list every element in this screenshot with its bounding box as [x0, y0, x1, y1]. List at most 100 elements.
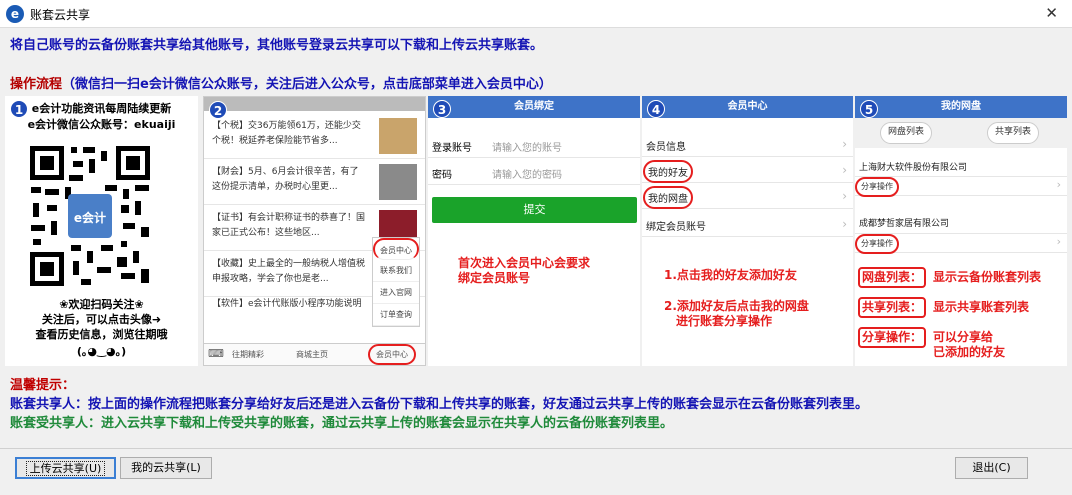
account-label: 登录账号 — [432, 143, 472, 154]
member-center-header: 会员中心 — [642, 96, 853, 118]
step-badge-3: 3 — [433, 100, 451, 118]
step-badge-5: 5 — [860, 100, 878, 118]
tip-sharer: 账套共享人：按上面的操作流程把账套分享给好友后还是进入云备份下载和上传共享的账套… — [10, 397, 869, 412]
popup-item-orders[interactable]: 订单查询 — [373, 304, 419, 326]
menu-my-friends-label: 我的好友 — [643, 160, 693, 183]
step-badge-2: 2 — [209, 101, 227, 119]
flow-line: 操作流程（微信扫一扫e会计微信公众账号，关注后进入公众号，点击底部菜单进入会员中… — [10, 73, 552, 92]
app-icon: e — [6, 5, 24, 23]
menu-member-info[interactable]: 会员信息 › — [642, 132, 853, 157]
news-text: 【证书】有会计职称证书的恭喜了！国家已正式公布！这些地区... — [212, 213, 366, 238]
popup-item-contact[interactable]: 联系我们 — [373, 260, 419, 282]
tips-heading: 温馨提示： — [10, 378, 76, 393]
chevron-right-icon: › — [842, 137, 847, 151]
legend-desc-share-op: 可以分享给 已添加的好友 — [933, 330, 1005, 360]
upload-share-button[interactable]: 上传云共享(U) — [15, 457, 116, 479]
chevron-right-icon: › — [842, 189, 847, 203]
company-name-1: 上海财大软件股份有限公司 — [859, 163, 968, 173]
qr-bottom-line3: 查看历史信息，浏览往期哦 — [35, 328, 168, 341]
menu-bind-account[interactable]: 绑定会员账号 › — [642, 212, 853, 237]
step-4-member-center-panel: 会员中心 4 会员信息 › 我的好友 › 我的网盘 › 绑定会员账号 › 1.点击我的好… — [642, 96, 853, 366]
divider — [0, 448, 1072, 449]
step-badge-4: 4 — [647, 100, 665, 118]
member-note-2-line1: 2.添加好友后点击我的网盘 — [664, 299, 809, 313]
binding-note-line2: 绑定会员账号 — [458, 271, 531, 285]
legend-desc-share-op-line2: 已添加的好友 — [933, 345, 1006, 359]
legend-label-share-op: 分享操作： — [858, 327, 927, 348]
member-note-2-line2: 进行账套分享操作 — [676, 314, 773, 328]
chevron-right-icon: › — [1056, 178, 1061, 191]
share-operation-button[interactable]: 分享操作 — [855, 234, 899, 254]
password-input[interactable]: 请输入您的密码 — [492, 166, 562, 181]
binding-header: 会员绑定 — [428, 96, 640, 118]
chevron-right-icon: › — [842, 163, 847, 177]
menu-bind-account-label: 绑定会员账号 — [646, 222, 706, 233]
qr-center-logo: e会计 — [74, 210, 106, 225]
bottom-menu-history[interactable]: 往期精彩 — [232, 349, 264, 360]
close-icon[interactable]: ✕ — [1045, 4, 1058, 22]
bottom-menu-member-center[interactable]: 会员中心 — [368, 344, 416, 365]
news-text: 【软件】e会计代账版小程序功能说明 — [212, 299, 362, 309]
title-bar: e 账套云共享 ✕ — [0, 0, 1072, 28]
popup-item-member-center[interactable]: 会员中心 — [373, 238, 419, 260]
keyboard-icon[interactable]: ⌨ — [208, 347, 224, 360]
tab-shared-list[interactable]: 共享列表 — [987, 122, 1039, 144]
window-title: 账套云共享 — [30, 8, 91, 22]
my-share-button[interactable]: 我的云共享(L) — [120, 457, 212, 479]
flow-label: 操作流程 — [10, 77, 63, 92]
share-row-1: 分享操作 › — [855, 176, 1067, 197]
account-row: 登录账号 请输入您的账号 — [428, 131, 640, 158]
legend-desc-share-op-line1: 可以分享给 — [933, 330, 994, 344]
qr-top-line2: e会计微信公众账号：ekuaiji — [27, 118, 176, 131]
password-row: 密码 请输入您的密码 — [428, 158, 640, 185]
qr-top-line1: e会计功能资讯每周陆续更新 — [31, 102, 172, 115]
tip-receiver: 账套受共享人：进入云共享下载和上传受共享的账套，通过云共享上传的账套会显示在共享… — [10, 416, 674, 431]
netdisk-header: 我的网盘 — [855, 96, 1067, 118]
legend-desc-netdisk: 显示云备份账套列表 — [933, 270, 1042, 284]
legend-label-shared: 共享列表： — [858, 297, 927, 318]
share-operation-button[interactable]: 分享操作 — [855, 177, 899, 197]
news-text: 【收藏】史上最全的一般纳税人增值税申报攻略，学会了你也是老... — [212, 259, 366, 284]
member-note-2: 2.添加好友后点击我的网盘 进行账套分享操作 — [664, 299, 809, 329]
password-label: 密码 — [432, 170, 452, 181]
menu-my-friends[interactable]: 我的好友 › — [642, 158, 853, 183]
legend-label-netdisk: 网盘列表： — [858, 267, 927, 288]
chevron-right-icon: › — [842, 217, 847, 231]
news-item: 【个税】交36万能领61万，还能少交个税！税延养老保险能节省多... — [204, 113, 425, 159]
popup-item-website[interactable]: 进入官网 — [373, 282, 419, 304]
news-text: 【个税】交36万能领61万，还能少交个税！税延养老保险能节省多... — [212, 121, 361, 146]
news-thumbnail — [379, 118, 417, 154]
step-2-wechat-panel: 2 【个税】交36万能领61万，还能少交个税！税延养老保险能节省多... 【财会… — [203, 96, 426, 366]
company-name-2: 成都梦哲家居有限公司 — [859, 219, 950, 229]
submit-button[interactable]: 提交 — [432, 197, 637, 223]
bottom-menu-mall[interactable]: 商城主页 — [296, 349, 328, 360]
legend-desc-shared: 显示共享账套列表 — [933, 300, 1030, 314]
step-3-binding-panel: 会员绑定 3 登录账号 请输入您的账号 密码 请输入您的密码 提交 首次进入会员… — [428, 96, 640, 366]
qr-bottom-line2: 关注后，可以点击头像➜ — [41, 313, 162, 326]
member-popup-menu: 会员中心 联系我们 进入官网 订单查询 — [372, 237, 420, 327]
panel-top-strip — [204, 97, 425, 111]
flow-text: （微信扫一扫e会计微信公众账号，关注后进入公众号，点击底部菜单进入会员中心） — [62, 77, 552, 92]
menu-member-info-label: 会员信息 — [646, 142, 686, 153]
exit-button[interactable]: 退出(C) — [955, 457, 1028, 479]
step-5-netdisk-panel: 我的网盘 5 网盘列表 共享列表 上海财大软件股份有限公司 分享操作 › 成都梦哲… — [855, 96, 1067, 366]
qr-code-image: e会计 — [25, 141, 155, 291]
account-input[interactable]: 请输入您的账号 — [492, 139, 562, 154]
news-item: 【财会】5月、6月会计很辛苦，有了这份提示清单，办税时心里更... — [204, 159, 425, 205]
qr-bottom-line4: (｡◕‿◕｡) — [76, 345, 127, 358]
news-thumbnail — [379, 164, 417, 200]
menu-my-netdisk-label: 我的网盘 — [643, 186, 693, 209]
binding-note-line1: 首次进入会员中心会要求 — [458, 256, 591, 270]
step-badge-1: 1 — [10, 100, 28, 118]
upload-share-label: 上传云共享(U) — [25, 461, 106, 476]
tab-netdisk-list[interactable]: 网盘列表 — [880, 122, 932, 144]
menu-my-netdisk[interactable]: 我的网盘 › — [642, 184, 853, 209]
netdisk-tabs: 网盘列表 共享列表 — [855, 118, 1067, 148]
binding-note: 首次进入会员中心会要求 绑定会员账号 — [458, 256, 590, 286]
news-text: 【财会】5月、6月会计很辛苦，有了这份提示清单，办税时心里更... — [212, 167, 359, 192]
chevron-right-icon: › — [1056, 235, 1061, 248]
share-row-2: 分享操作 › — [855, 233, 1067, 254]
step-1-qr-panel: 1 e会计功能资讯每周陆续更新 e会计微信公众账号：ekuaiji e会计 ❀欢… — [5, 96, 198, 366]
intro-text: 将自己账号的云备份账套共享给其他账号，其他账号登录云共享可以下载和上传云共享账套… — [10, 38, 544, 53]
wechat-bottom-bar: ⌨ 往期精彩 商城主页 会员中心 — [204, 343, 425, 365]
